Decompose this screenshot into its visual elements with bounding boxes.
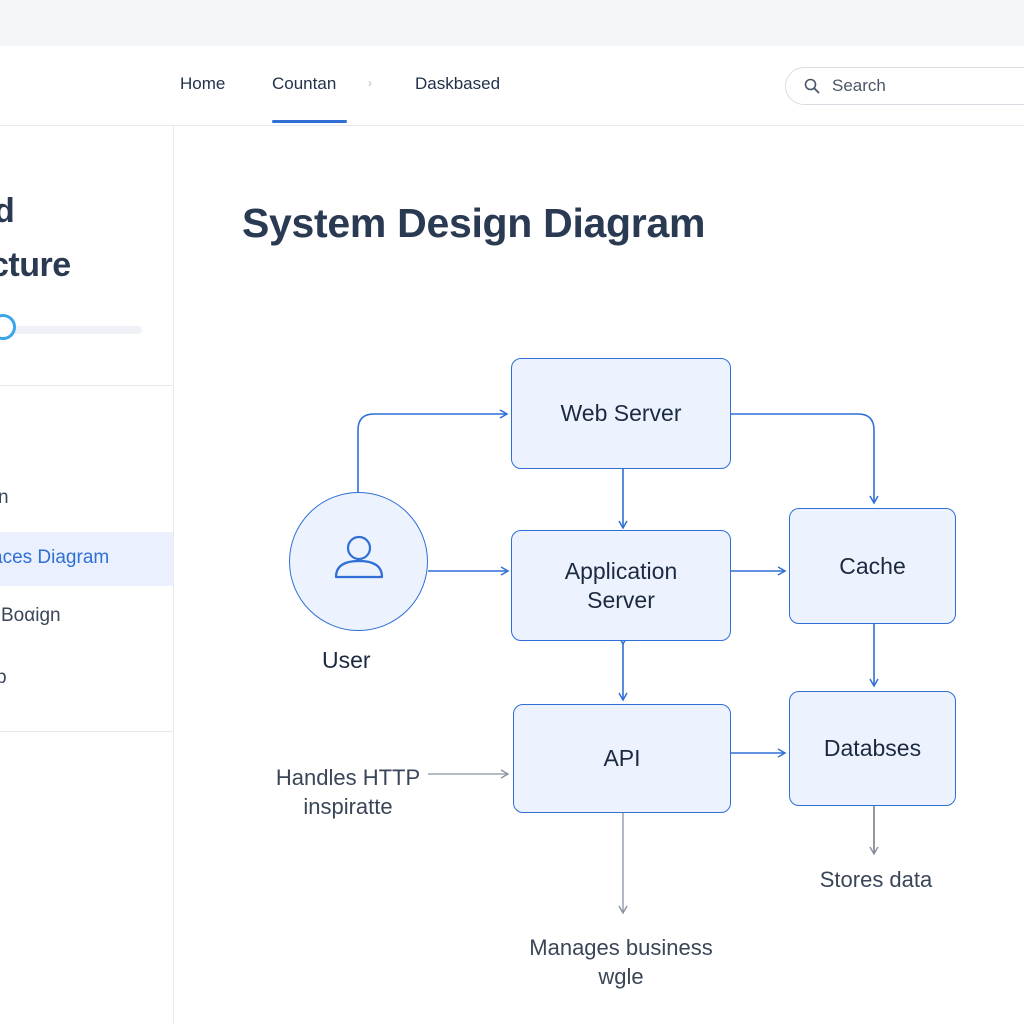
sidebar-title-line-1: d [0,192,15,231]
web-server-label: Web Server [560,400,682,426]
edge-user-web [357,409,509,492]
cache-label: Cache [839,552,906,579]
sidebar-item-label: p [0,667,7,689]
application-server-label: Application Server [564,557,678,613]
edge-web-cache [731,413,879,505]
sidebar-item-label: aces Diagram [0,547,110,568]
api-label: API [603,745,641,771]
top-navbar: Home Countan › Daskbased [0,46,1024,126]
sidebar-divider [0,385,173,386]
api-node[interactable]: API [513,704,731,813]
application-server-node[interactable]: Application Server [511,530,731,641]
sidebar-progress-knob[interactable] [0,314,16,340]
search-box[interactable] [785,67,1024,105]
nav-daskbased[interactable]: Daskbased [415,74,500,94]
sidebar-item-1[interactable]: n [0,472,173,526]
annotation-http: Handles HTTP inspiratte [275,765,421,819]
sidebar-item-label: n [0,487,9,509]
search-input[interactable] [832,76,1022,96]
cache-node[interactable]: Cache [789,508,956,624]
annotation-business: Manages business wgle [529,935,713,989]
user-node[interactable] [289,492,428,631]
sidebar-progress-track [0,326,142,334]
sidebar-title-line-2: cture [0,246,71,284]
sidebar-item-4[interactable]: p [0,652,173,706]
nav-countan[interactable]: Countan [272,74,336,94]
nav-active-underline [272,120,347,123]
sidebar-item-label: Boαign [1,605,61,626]
page-title: System Design Diagram [242,200,706,246]
user-icon [334,535,384,579]
sidebar-item-3[interactable]: Boαign [0,590,173,644]
sidebar-item-active[interactable]: aces Diagram [0,532,173,586]
search-icon [804,78,820,94]
nav-home[interactable]: Home [180,74,225,94]
database-node[interactable]: Databses [789,691,956,806]
annotation-store: Stores data [819,867,933,892]
database-label: Databses [823,735,922,761]
web-server-node[interactable]: Web Server [511,358,731,469]
sidebar: d cture n aces Diagram Boαign p [0,126,174,1024]
nav-separator: › [368,76,372,90]
top-strip [0,0,1024,46]
user-label: User [322,647,371,673]
sidebar-divider [0,731,173,732]
